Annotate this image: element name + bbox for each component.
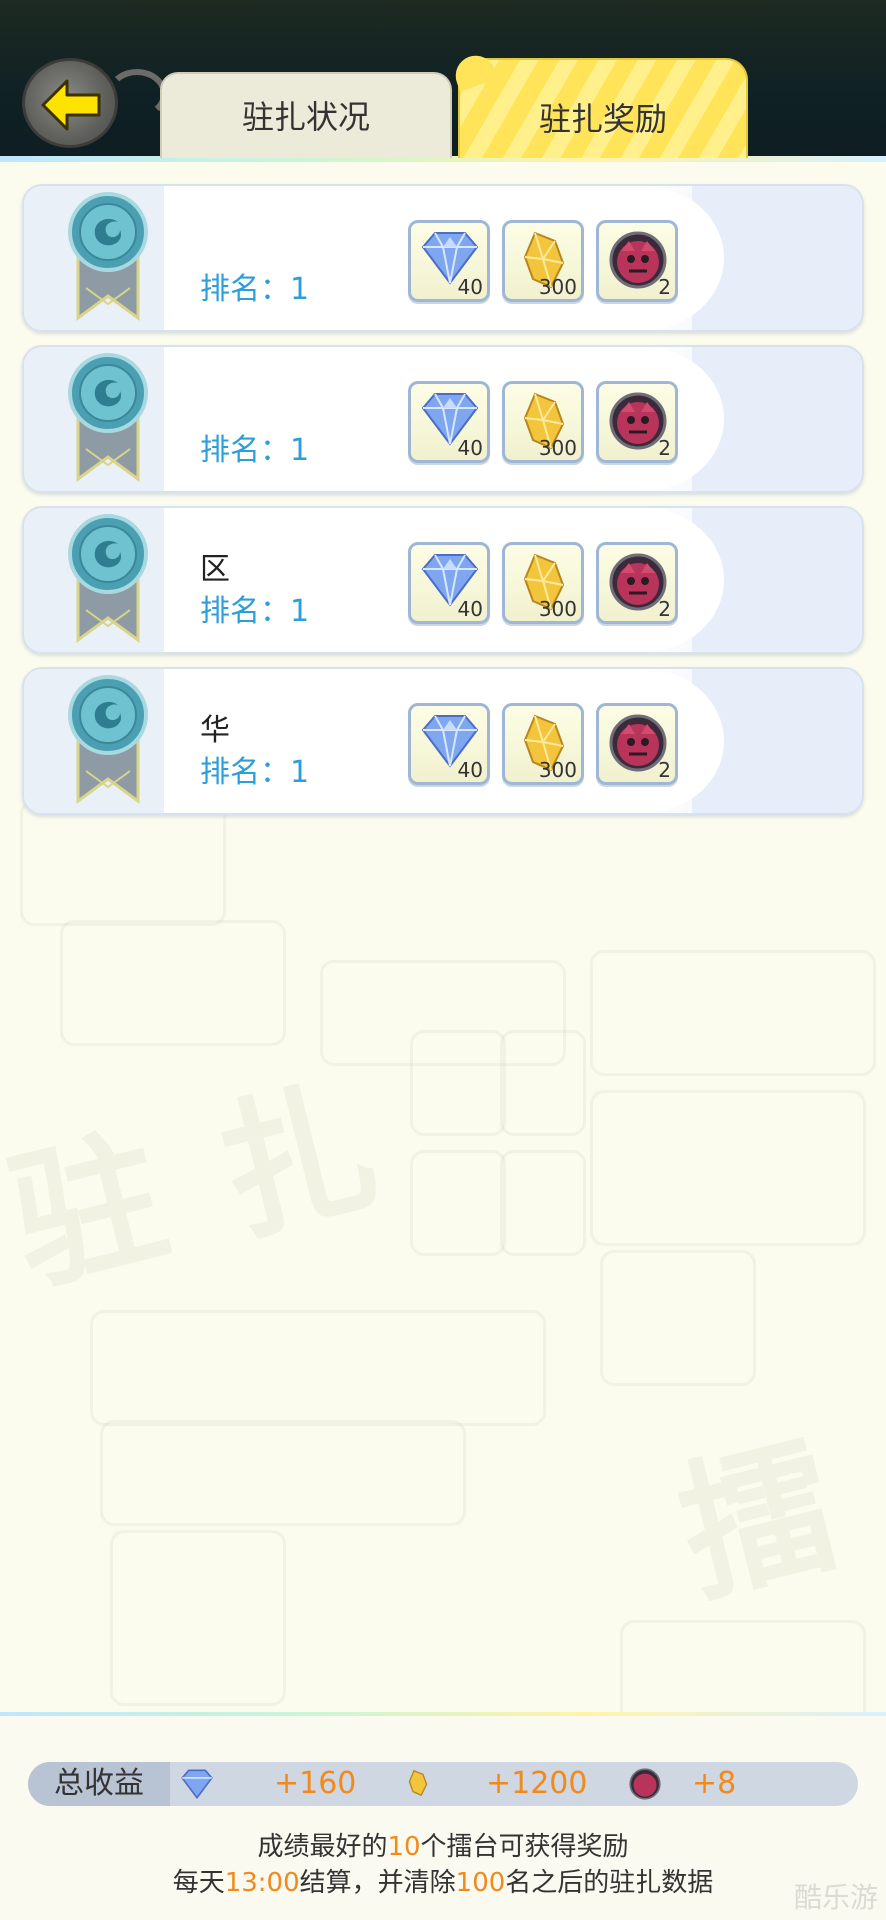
total-diamond-value: +160: [274, 1766, 357, 1801]
tab-garrison-status[interactable]: 驻扎状况: [160, 72, 452, 158]
rank-label: 排名：1: [200, 433, 310, 468]
reward-item-gold[interactable]: 300: [502, 703, 584, 785]
note-text: 成绩最好的: [257, 1832, 388, 1862]
total-gold-value: +1200: [486, 1766, 588, 1801]
note-text: 每天: [172, 1868, 225, 1898]
medal-icon: [68, 514, 148, 643]
rank-label: 排名：1: [200, 594, 310, 629]
item-count: 40: [457, 597, 483, 621]
red-spirit-icon: [629, 1768, 661, 1800]
item-count: 300: [538, 597, 577, 621]
tab-label: 驻扎状况: [241, 98, 370, 136]
reward-item-spirit[interactable]: 2: [596, 220, 678, 302]
reward-rule-note: 成绩最好的10个擂台可获得奖励: [0, 1826, 886, 1863]
server-name: 华: [200, 713, 230, 748]
medal-icon: [68, 675, 148, 804]
reward-item-gold[interactable]: 300: [502, 542, 584, 624]
item-count: 2: [658, 436, 671, 460]
note-highlight: 10: [387, 1832, 421, 1862]
reward-item-spirit[interactable]: 2: [596, 381, 678, 463]
item-count: 40: [457, 758, 483, 782]
item-count: 300: [538, 275, 577, 299]
reward-item-gold[interactable]: 300: [502, 381, 584, 463]
rank-label: 排名：1: [200, 755, 310, 790]
reward-item-spirit[interactable]: 2: [596, 542, 678, 624]
reward-row: 排名：1 40 300 2: [22, 184, 864, 332]
reward-item-spirit[interactable]: 2: [596, 703, 678, 785]
watermark: 酷乐游: [793, 1881, 878, 1914]
rank-label: 排名：1: [200, 272, 310, 307]
item-count: 2: [658, 758, 671, 782]
medal-icon: [68, 353, 148, 482]
total-spirit: +8: [628, 1762, 768, 1806]
reward-item-diamond[interactable]: 40: [408, 703, 490, 785]
note-highlight: 100: [455, 1868, 506, 1898]
reward-item-gold[interactable]: 300: [502, 220, 584, 302]
reward-row: 华 排名：1 40 300 2: [22, 667, 864, 815]
reward-item-diamond[interactable]: 40: [408, 542, 490, 624]
total-earnings-label: 总收益: [28, 1762, 170, 1806]
note-text: 个擂台可获得奖励: [420, 1832, 629, 1862]
back-button[interactable]: [22, 58, 167, 148]
item-count: 40: [457, 436, 483, 460]
item-count: 40: [457, 275, 483, 299]
total-diamond: +160: [180, 1762, 356, 1806]
diamond-icon: [181, 1769, 213, 1800]
tab-garrison-rewards[interactable]: 驻扎奖励: [458, 58, 748, 158]
item-count: 300: [538, 758, 577, 782]
reward-row: 排名：1 40 300 2: [22, 345, 864, 493]
total-gold: +1200: [404, 1762, 587, 1806]
item-count: 300: [538, 436, 577, 460]
total-spirit-value: +8: [692, 1766, 737, 1801]
settlement-rule-note: 每天13:00结算，并清除100名之后的驻扎数据: [0, 1862, 886, 1899]
item-count: 2: [658, 275, 671, 299]
reward-item-diamond[interactable]: 40: [408, 381, 490, 463]
item-count: 2: [658, 597, 671, 621]
tab-label: 驻扎奖励: [538, 100, 667, 138]
total-earnings-bar: 总收益 +160 +1200 +8: [28, 1762, 858, 1806]
reward-item-diamond[interactable]: 40: [408, 220, 490, 302]
arrow-left-icon: [41, 79, 101, 131]
reward-row: 区 排名：1 40 300 2: [22, 506, 864, 654]
server-name: 区: [200, 552, 230, 587]
gold-crystal-icon: [408, 1769, 428, 1797]
note-text: 名之后的驻扎数据: [505, 1868, 714, 1898]
note-text: 结算，并清除: [299, 1868, 456, 1898]
medal-icon: [68, 192, 148, 321]
note-highlight: 13:00: [224, 1868, 300, 1898]
swirl-decoration: [107, 69, 167, 119]
